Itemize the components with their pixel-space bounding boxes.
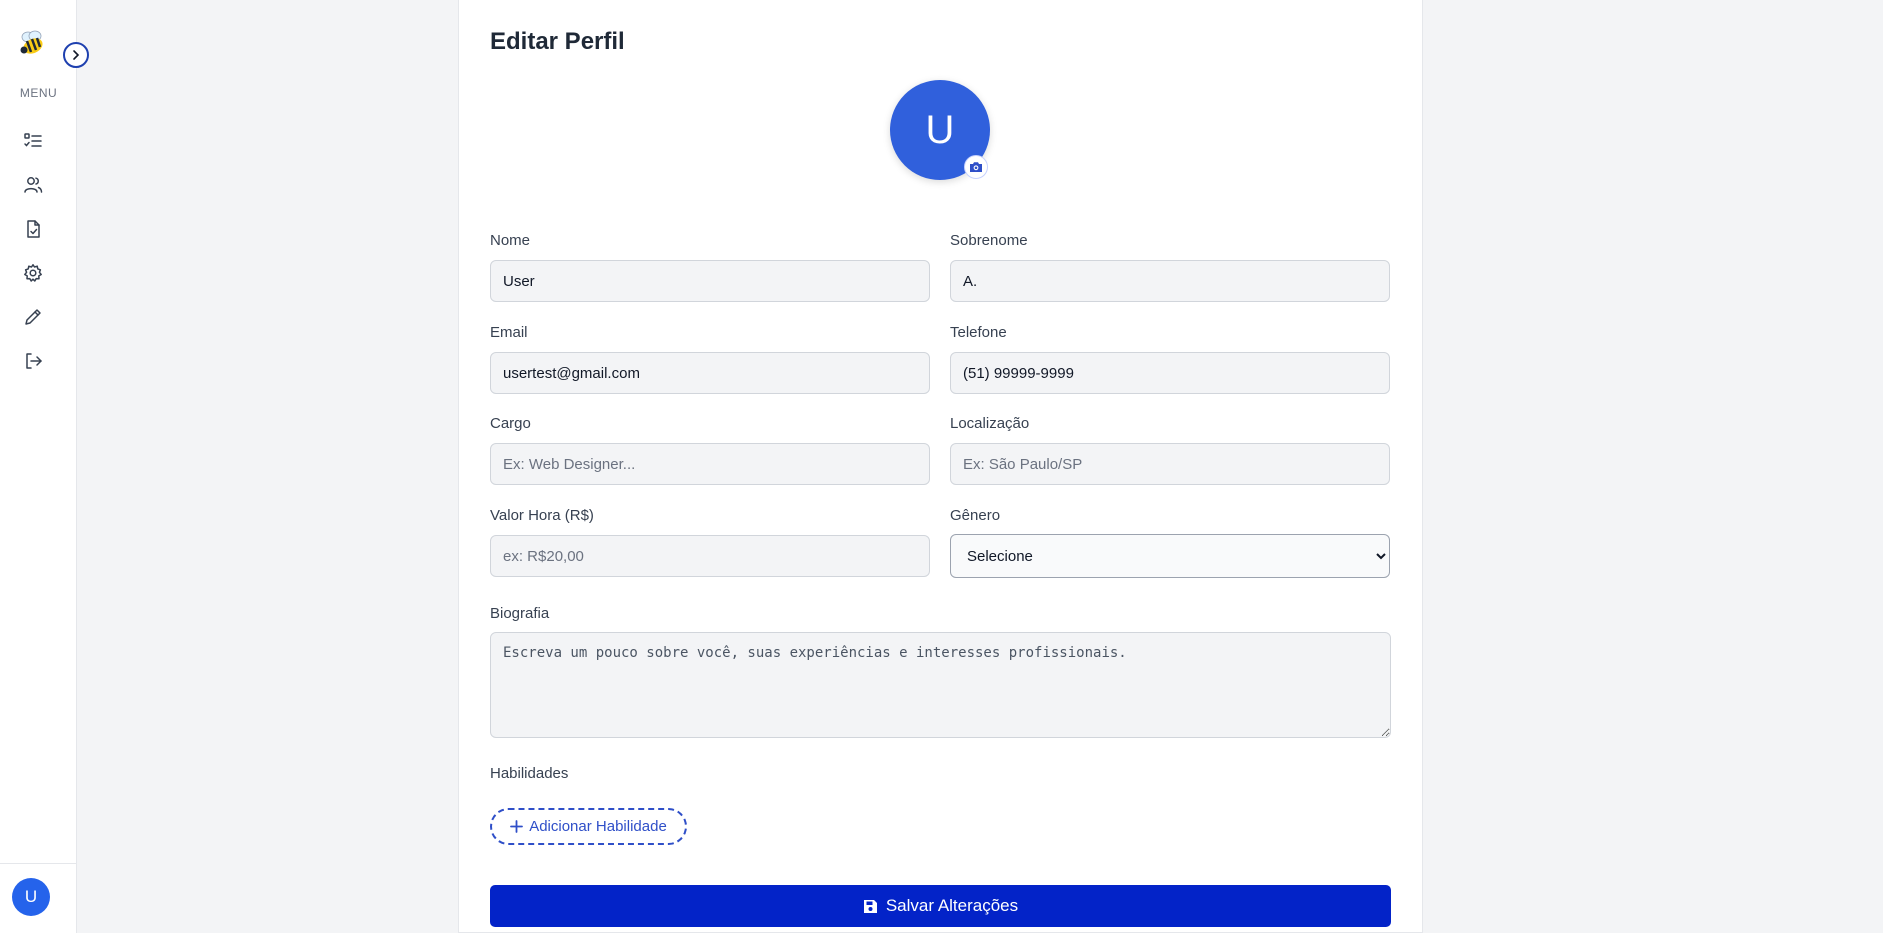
page-title: Editar Perfil (490, 28, 625, 55)
file-check-icon (27, 220, 40, 238)
add-skill-button[interactable]: Adicionar Habilidade (490, 808, 687, 845)
save-label: Salvar Alterações (885, 896, 1019, 915)
sidebar-footer: U (0, 863, 77, 933)
users-icon (24, 177, 43, 193)
phone-field[interactable] (950, 352, 1390, 394)
change-photo-button[interactable] (964, 155, 988, 179)
bio-label: Biografia (490, 605, 550, 622)
gender-select[interactable]: Selecione (950, 534, 1390, 578)
sidebar: MENU U (0, 0, 89, 933)
email-field[interactable] (490, 352, 930, 394)
hourly-rate-field[interactable] (490, 535, 930, 577)
gender-label: Gênero (950, 507, 1001, 524)
sidebar-toggle-button[interactable] (63, 42, 89, 68)
camera-icon (970, 162, 982, 172)
logout-icon (26, 353, 42, 369)
email-label: Email (490, 324, 528, 341)
user-avatar[interactable]: U (12, 878, 50, 916)
last-name-label: Sobrenome (950, 232, 1028, 249)
bio-textarea[interactable] (490, 632, 1391, 738)
job-title-label: Cargo (490, 415, 531, 432)
edit-profile-card: Editar Perfil U Nome Sobrenome Email Tel… (458, 0, 1423, 933)
sidebar-item-edit[interactable] (21, 305, 45, 329)
sidebar-item-users[interactable] (21, 173, 45, 197)
last-name-field[interactable] (950, 260, 1390, 302)
bee-logo-icon[interactable] (18, 28, 48, 58)
add-skill-label: Adicionar Habilidade (529, 818, 667, 835)
gear-icon (24, 264, 42, 282)
skills-label: Habilidades (490, 765, 569, 782)
first-name-field[interactable] (490, 260, 930, 302)
location-label: Localização (950, 415, 1030, 432)
location-field[interactable] (950, 443, 1390, 485)
sidebar-item-documents[interactable] (21, 217, 45, 241)
save-button[interactable]: Salvar Alterações (490, 885, 1391, 927)
phone-label: Telefone (950, 324, 1007, 341)
menu-label: MENU (19, 86, 58, 100)
hourly-rate-label: Valor Hora (R$) (490, 507, 594, 524)
plus-icon (510, 820, 524, 833)
chevron-right-icon (73, 50, 80, 60)
floppy-disk-icon (863, 899, 877, 913)
job-title-field[interactable] (490, 443, 930, 485)
sidebar-item-logout[interactable] (21, 349, 45, 373)
pencil-icon (25, 309, 41, 325)
sidebar-item-settings[interactable] (21, 261, 45, 285)
list-check-icon (24, 133, 42, 147)
first-name-label: Nome (490, 232, 531, 249)
sidebar-item-tasks[interactable] (21, 129, 45, 153)
